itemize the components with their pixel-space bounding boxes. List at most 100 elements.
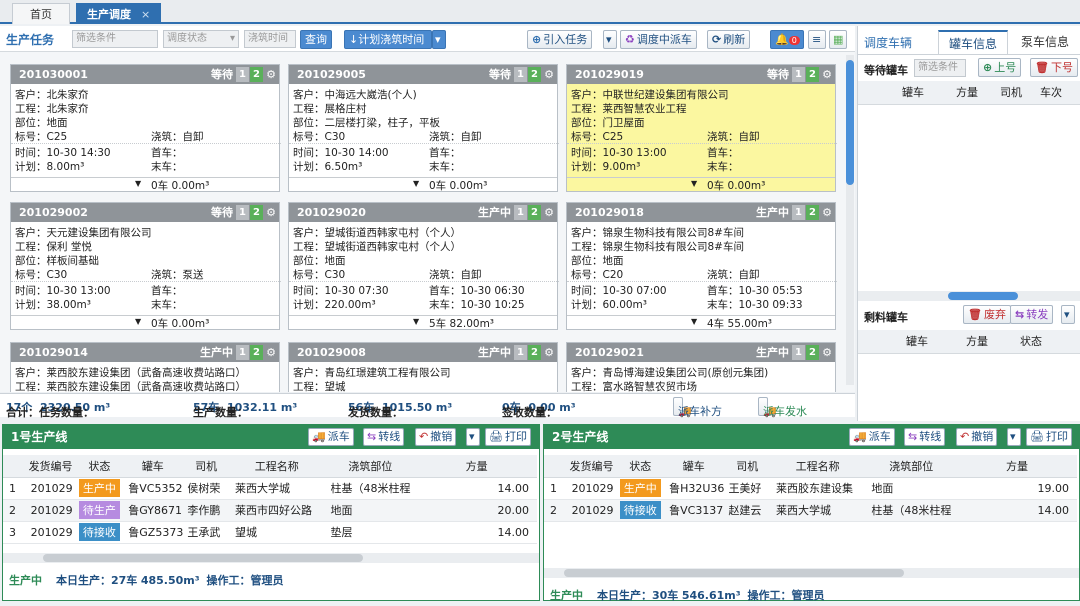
task-card-header[interactable]: 201029002 等待 1 2 ⚙ bbox=[11, 203, 279, 222]
switch-line-button[interactable]: ⇆ 转线 bbox=[363, 428, 405, 446]
task-card[interactable]: 201029014 生产中 1 2 ⚙ 客户：莱西胶东建设集团（武备高速收费站路口） 工程：… bbox=[10, 342, 280, 392]
task-card-header[interactable]: 201029008 生产中 1 2 ⚙ bbox=[289, 343, 557, 362]
gear-icon[interactable]: ⚙ bbox=[266, 343, 276, 362]
line-2-button[interactable]: 2 bbox=[250, 205, 263, 220]
line-1-button[interactable]: 1 bbox=[792, 345, 805, 360]
gear-icon[interactable]: ⚙ bbox=[822, 203, 832, 222]
gear-icon[interactable]: ⚙ bbox=[822, 343, 832, 362]
import-task-button[interactable]: ⊕ 引入任务 bbox=[527, 30, 593, 49]
query-button[interactable]: 查询 bbox=[300, 30, 332, 49]
sort-dropdown[interactable]: ▾ bbox=[432, 30, 446, 49]
chevron-down-icon[interactable]: ▼ bbox=[691, 179, 697, 188]
column-header[interactable]: 司机 bbox=[724, 455, 770, 478]
line-2-button[interactable]: 2 bbox=[806, 205, 819, 220]
column-header[interactable]: 浇筑部位 bbox=[865, 455, 958, 478]
line-2-button[interactable]: 2 bbox=[806, 67, 819, 82]
gear-icon[interactable]: ⚙ bbox=[544, 65, 554, 84]
column-header[interactable]: 状态 bbox=[76, 455, 123, 478]
dispatch-button[interactable]: 🚚 派车 bbox=[308, 428, 354, 446]
column-header[interactable]: 发货编号 bbox=[565, 455, 618, 478]
chevron-down-icon[interactable]: ▼ bbox=[691, 317, 697, 326]
task-card-header[interactable]: 201029021 生产中 1 2 ⚙ bbox=[567, 343, 835, 362]
line-2-button[interactable]: 2 bbox=[528, 67, 541, 82]
chevron-down-icon[interactable]: ▼ bbox=[413, 179, 419, 188]
send-water-button[interactable]: 🚚 派车发水 bbox=[758, 397, 807, 418]
task-card-header[interactable]: 201029018 生产中 1 2 ⚙ bbox=[567, 203, 835, 222]
line-2-button[interactable]: 2 bbox=[250, 67, 263, 82]
line-1-button[interactable]: 1 bbox=[236, 205, 249, 220]
scroll-thumb[interactable] bbox=[948, 292, 1018, 300]
column-header[interactable]: 罐车 bbox=[663, 455, 725, 478]
transfer-button[interactable]: ⇆ 转发 bbox=[1010, 305, 1054, 324]
wait-filter-input[interactable]: 筛选条件 bbox=[914, 59, 966, 77]
line-2-button[interactable]: 2 bbox=[528, 205, 541, 220]
status-select[interactable]: 调度状态 ▾ bbox=[163, 30, 239, 48]
line-2-button[interactable]: 2 bbox=[528, 345, 541, 360]
list-view-icon[interactable]: ≡ bbox=[808, 30, 826, 49]
sort-button[interactable]: ↓计划浇筑时间 bbox=[344, 30, 432, 49]
task-card-header[interactable]: 201030001 等待 1 2 ⚙ bbox=[11, 65, 279, 84]
transfer-dropdown[interactable]: ▾ bbox=[1061, 305, 1075, 324]
dispatch-button[interactable]: 🚚 派车 bbox=[849, 428, 895, 446]
import-dropdown[interactable]: ▾ bbox=[603, 30, 617, 49]
task-card[interactable]: 201029018 生产中 1 2 ⚙ 客户：锦泉生物科技有限公司8#车间 工程：锦泉生物科… bbox=[566, 202, 837, 330]
discard-button[interactable]: 🗑 废弃 bbox=[963, 305, 1011, 324]
column-header[interactable]: 方量 bbox=[957, 455, 1077, 478]
tab-pump-info[interactable]: 泵车信息 bbox=[1010, 30, 1080, 54]
up-number-button[interactable]: ⊕ 上号 bbox=[978, 58, 1022, 77]
column-header[interactable]: 浇筑部位 bbox=[324, 455, 417, 478]
column-header[interactable]: 司机 bbox=[183, 455, 229, 478]
line-1-button[interactable]: 1 bbox=[514, 67, 527, 82]
task-card[interactable]: 201029021 生产中 1 2 ⚙ 客户：青岛博海建设集团公司(原创元集团) 工程：富水… bbox=[566, 342, 836, 392]
revoke-button[interactable]: ↶ 撤销 bbox=[956, 428, 998, 446]
table-hscroll[interactable] bbox=[3, 553, 539, 563]
line-1-button[interactable]: 1 bbox=[514, 345, 527, 360]
table-row[interactable]: 2 201029 待生产 鲁GY8671 李作鹏 莱西市四好公路 地面 20.00 bbox=[3, 499, 537, 522]
tab-dispatch[interactable]: 生产调度 × bbox=[76, 3, 162, 24]
task-card[interactable]: 201029020 生产中 1 2 ⚙ 客户：望城街道西韩家屯村（个人） 工程：望城街道西韩… bbox=[288, 202, 559, 330]
task-card-header[interactable]: 201029005 等待 1 2 ⚙ bbox=[289, 65, 557, 84]
task-card[interactable]: 201029005 等待 1 2 ⚙ 客户：中海远大崴浩(个人) 工程：展格庄村 部位：二层楼… bbox=[288, 64, 559, 192]
column-header[interactable]: 方量 bbox=[416, 455, 537, 478]
task-card-header[interactable]: 201029019 等待 1 2 ⚙ bbox=[567, 65, 835, 84]
column-header[interactable] bbox=[3, 455, 25, 478]
task-card[interactable]: 201029019 等待 1 2 ⚙ 客户：中联世纪建设集团有限公司 工程：莱西智慧农业工程… bbox=[566, 64, 837, 192]
scroll-thumb[interactable] bbox=[564, 569, 904, 577]
chevron-down-icon[interactable]: ▼ bbox=[135, 179, 141, 188]
revoke-dropdown[interactable]: ▾ bbox=[1007, 428, 1021, 446]
wait-hscroll[interactable] bbox=[858, 291, 1080, 301]
gear-icon[interactable]: ⚙ bbox=[544, 343, 554, 362]
column-header[interactable]: 罐车 bbox=[122, 455, 184, 478]
task-grid-scrollbar[interactable] bbox=[846, 55, 854, 385]
task-card-header[interactable]: 201029020 生产中 1 2 ⚙ bbox=[289, 203, 557, 222]
task-card[interactable]: 201029002 等待 1 2 ⚙ 客户：天元建设集团有限公司 工程：保利 堂悦 部位：样板… bbox=[10, 202, 281, 330]
line-1-button[interactable]: 1 bbox=[236, 345, 249, 360]
scroll-thumb[interactable] bbox=[846, 60, 854, 185]
close-icon[interactable]: × bbox=[141, 8, 150, 21]
grid-view-icon[interactable]: ▦ bbox=[829, 30, 847, 49]
tab-tank-info[interactable]: 罐车信息 bbox=[938, 30, 1008, 54]
print-button[interactable]: 🖨 打印 bbox=[1026, 428, 1072, 446]
dispatch-car-button[interactable]: ♻ 调度中派车 bbox=[620, 30, 697, 49]
filter-input[interactable]: 筛选条件 bbox=[72, 30, 158, 48]
table-row[interactable]: 1 201029 生产中 鲁VC5352 侯树荣 莱西大学城 柱基（48米柱程 14.00 bbox=[3, 477, 537, 500]
line-2-button[interactable]: 2 bbox=[806, 345, 819, 360]
tab-home[interactable]: 首页 bbox=[12, 3, 70, 24]
column-header[interactable]: 发货编号 bbox=[24, 455, 77, 478]
line-2-button[interactable]: 2 bbox=[250, 345, 263, 360]
chevron-down-icon[interactable]: ▼ bbox=[413, 317, 419, 326]
table-row[interactable]: 3 201029 待接收 鲁GZ5373 王承武 望城 垫层 14.00 bbox=[3, 521, 537, 544]
table-row[interactable]: 1 201029 生产中 鲁H32U36 王美好 莱西胶东建设集 地面 19.00 bbox=[544, 477, 1077, 500]
gear-icon[interactable]: ⚙ bbox=[544, 203, 554, 222]
print-button[interactable]: 🖨 打印 bbox=[485, 428, 531, 446]
line-1-button[interactable]: 1 bbox=[236, 67, 249, 82]
column-header[interactable]: 工程名称 bbox=[770, 455, 866, 478]
line-1-button[interactable]: 1 bbox=[792, 205, 805, 220]
line-1-button[interactable]: 1 bbox=[514, 205, 527, 220]
down-number-button[interactable]: 🗑 下号 bbox=[1030, 58, 1078, 77]
switch-line-button[interactable]: ⇆ 转线 bbox=[904, 428, 946, 446]
gear-icon[interactable]: ⚙ bbox=[266, 65, 276, 84]
revoke-dropdown[interactable]: ▾ bbox=[466, 428, 480, 446]
refresh-button[interactable]: ⟳ 刷新 bbox=[707, 30, 751, 49]
supply-button[interactable]: 🚚 派车补方 bbox=[673, 397, 722, 418]
